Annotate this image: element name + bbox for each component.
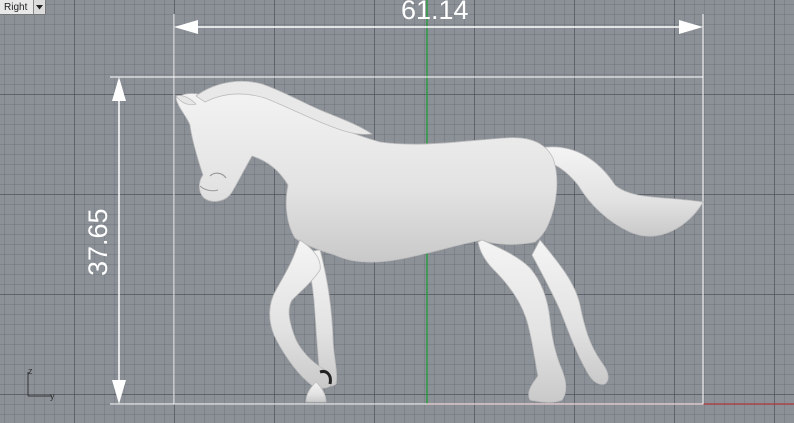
- width-dimension-label: 61.14: [401, 0, 469, 25]
- height-dimension-label: 37.65: [83, 208, 113, 276]
- viewport-title-tab[interactable]: Right: [0, 0, 47, 15]
- viewport[interactable]: Right 61.14 37.65 z y: [0, 0, 794, 423]
- axis-label-y: y: [50, 391, 55, 401]
- horse-model[interactable]: [175, 80, 704, 403]
- axis-label-z: z: [28, 366, 33, 376]
- chevron-down-icon[interactable]: [33, 0, 46, 14]
- viewport-name[interactable]: Right: [0, 2, 33, 13]
- height-dimension[interactable]: [110, 76, 174, 405]
- scene: [110, 0, 794, 405]
